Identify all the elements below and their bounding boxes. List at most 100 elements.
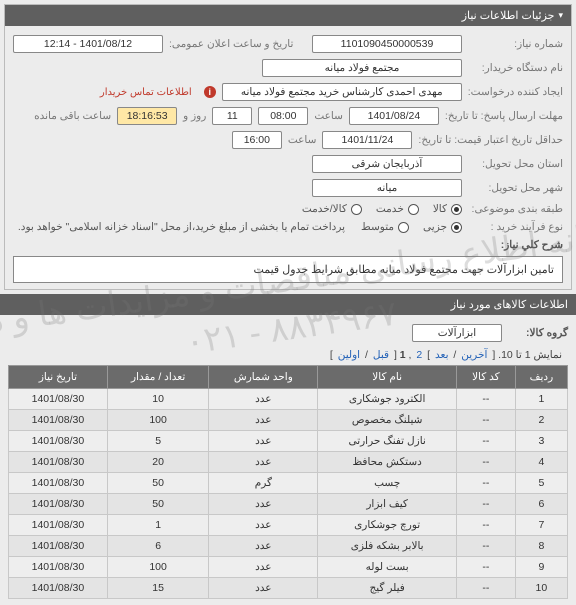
table-cell: عدد (209, 578, 318, 599)
creator-note[interactable]: اطلاعات تماس خریدار (100, 87, 192, 98)
radio-option[interactable]: کالا/خدمت (302, 203, 362, 215)
pager: نمایش 1 تا 10. [ آخرین / بعد ] 2 , 1 [ ق… (8, 345, 568, 365)
pager-next[interactable]: بعد (435, 349, 449, 361)
table-header[interactable]: واحد شمارش (209, 366, 318, 389)
value-creator: مهدی احمدی کارشناس خرید مجتمع فولاد میان… (222, 83, 462, 101)
table-row[interactable]: 9--بست لولهعدد1001401/08/30 (9, 557, 568, 578)
table-header[interactable]: کد کالا (456, 366, 515, 389)
label-req-no: شماره نیاز: (468, 38, 563, 50)
table-cell: 20 (107, 452, 209, 473)
radio-option[interactable]: متوسط (361, 221, 409, 233)
table-cell: عدد (209, 494, 318, 515)
label-group: گروه کالا: (508, 327, 568, 339)
value-req-no: 1101090450000539 (312, 35, 462, 53)
value-province: آذربایجان شرقی (312, 155, 462, 173)
table-cell: عدد (209, 515, 318, 536)
table-cell: 1 (107, 515, 209, 536)
value-remain-days: 11 (212, 107, 252, 125)
label-remain-suffix: ساعت باقی مانده (34, 110, 111, 122)
radio-label: جزیی (423, 221, 447, 233)
info-icon[interactable]: i (204, 86, 216, 98)
radio-icon (351, 204, 362, 215)
pager-page-2[interactable]: 2 (416, 349, 422, 361)
pager-sep: [ (394, 349, 397, 361)
table-row[interactable]: 8--بالابر بشکه فلزیعدد61401/08/30 (9, 536, 568, 557)
label-remain-days: روز و (183, 110, 206, 122)
table-row[interactable]: 3--نازل تفنگ حرارتیعدد51401/08/30 (9, 431, 568, 452)
pager-first[interactable]: اولین (338, 349, 360, 361)
pager-prev[interactable]: قبل (373, 349, 389, 361)
table-cell: -- (456, 410, 515, 431)
panel-title: جزئیات اطلاعات نیاز (462, 9, 555, 22)
table-cell: 5 (107, 431, 209, 452)
table-row[interactable]: 5--چسبگرم501401/08/30 (9, 473, 568, 494)
category-radio-group: کالا خدمت کالا/خدمت (302, 203, 462, 215)
table-cell: -- (456, 578, 515, 599)
table-cell: 7 (515, 515, 567, 536)
radio-icon (451, 204, 462, 215)
table-cell: عدد (209, 536, 318, 557)
table-cell: -- (456, 473, 515, 494)
table-cell: -- (456, 389, 515, 410)
radio-label: متوسط (361, 221, 394, 233)
pager-prefix: نمایش 1 تا 10. [ (492, 349, 562, 361)
label-province: استان محل تحویل: (468, 158, 563, 170)
pager-sep: ] (330, 349, 333, 361)
table-cell: 15 (107, 578, 209, 599)
table-row[interactable]: 1--الکترود جوشکاریعدد101401/08/30 (9, 389, 568, 410)
value-deadline-date: 1401/08/24 (349, 107, 439, 125)
radio-option[interactable]: خدمت (376, 203, 419, 215)
table-cell: بست لوله (318, 557, 457, 578)
table-cell: 9 (515, 557, 567, 578)
table-row[interactable]: 2--شیلنگ مخصوصعدد1001401/08/30 (9, 410, 568, 431)
table-cell: 10 (515, 578, 567, 599)
table-cell: 1401/08/30 (9, 431, 108, 452)
table-row[interactable]: 7--تورچ جوشکاریعدد11401/08/30 (9, 515, 568, 536)
table-header[interactable]: نام کالا (318, 366, 457, 389)
table-cell: شیلنگ مخصوص (318, 410, 457, 431)
pager-sep: / (453, 349, 456, 361)
value-min-time: 16:00 (232, 131, 282, 149)
panel-header: ▾ جزئیات اطلاعات نیاز (5, 5, 571, 26)
table-cell: 6 (107, 536, 209, 557)
table-cell: 1401/08/30 (9, 389, 108, 410)
pager-last[interactable]: آخرین (461, 349, 487, 361)
table-cell: تورچ جوشکاری (318, 515, 457, 536)
process-note: پرداخت تمام یا بخشی از مبلغ خرید،از محل … (18, 221, 345, 233)
table-cell: 1401/08/30 (9, 515, 108, 536)
table-cell: عدد (209, 452, 318, 473)
label-min-date: حداقل تاریخ اعتبار قیمت: تا تاریخ: (418, 134, 563, 146)
table-cell: 1401/08/30 (9, 494, 108, 515)
table-header[interactable]: ردیف (515, 366, 567, 389)
table-cell: 1401/08/30 (9, 410, 108, 431)
table-cell: 10 (107, 389, 209, 410)
table-header[interactable]: تاریخ نیاز (9, 366, 108, 389)
radio-option[interactable]: جزیی (423, 221, 462, 233)
table-cell: 100 (107, 557, 209, 578)
value-remain-time: 18:16:53 (117, 107, 177, 125)
table-cell: -- (456, 431, 515, 452)
table-cell: -- (456, 557, 515, 578)
table-row[interactable]: 4--دستکش محافظعدد201401/08/30 (9, 452, 568, 473)
value-min-date: 1401/11/24 (322, 131, 412, 149)
table-row[interactable]: 6--کیف ابزارعدد501401/08/30 (9, 494, 568, 515)
table-cell: 1 (515, 389, 567, 410)
table-cell: 4 (515, 452, 567, 473)
table-cell: 5 (515, 473, 567, 494)
radio-label: خدمت (376, 203, 404, 215)
value-city: میانه (312, 179, 462, 197)
table-row[interactable]: 10--فیلر گیجعدد151401/08/30 (9, 578, 568, 599)
value-announce: 1401/08/12 - 12:14 (13, 35, 163, 53)
radio-icon (398, 222, 409, 233)
table-cell: کیف ابزار (318, 494, 457, 515)
collapse-icon[interactable]: ▾ (558, 10, 563, 21)
value-group: ابزارآلات (412, 324, 502, 342)
radio-icon (451, 222, 462, 233)
label-creator: ایجاد کننده درخواست: (468, 86, 563, 98)
table-cell: دستکش محافظ (318, 452, 457, 473)
table-cell: 8 (515, 536, 567, 557)
table-cell: 1401/08/30 (9, 536, 108, 557)
radio-option[interactable]: کالا (433, 203, 462, 215)
table-header[interactable]: تعداد / مقدار (107, 366, 209, 389)
table-cell: بالابر بشکه فلزی (318, 536, 457, 557)
